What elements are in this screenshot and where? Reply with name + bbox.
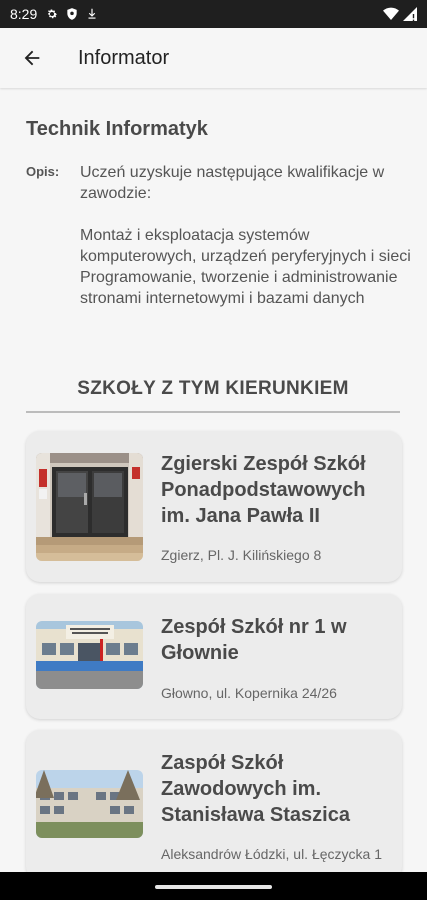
status-time: 8:29	[10, 6, 38, 22]
school-photo	[36, 453, 143, 561]
school-photo	[36, 770, 143, 838]
app-bar: Informator	[0, 28, 427, 88]
status-bar: 8:29	[0, 0, 427, 28]
description-label: Opis:	[26, 164, 60, 179]
divider	[26, 411, 400, 413]
school-card[interactable]: Zaspół Szkół Zawodowych im. Stanisława S…	[26, 730, 402, 880]
home-gesture-handle[interactable]	[155, 885, 272, 889]
signal-icon	[403, 7, 417, 21]
school-photo	[36, 621, 143, 689]
school-card[interactable]: Zgierski Zespół Szkół Ponadpodstawowych …	[26, 431, 402, 582]
school-name: Zaspół Szkół Zawodowych im. Stanisława S…	[161, 752, 350, 826]
back-button[interactable]	[4, 30, 60, 86]
page-title: Informator	[78, 46, 170, 69]
gear-icon	[48, 9, 58, 19]
shield-icon	[67, 8, 77, 20]
system-nav-bar	[0, 872, 427, 900]
course-title: Technik Informatyk	[26, 118, 208, 140]
wifi-icon	[383, 7, 399, 21]
school-name: Zgierski Zespół Szkół Ponadpodstawowych …	[161, 453, 366, 527]
arrow-back-icon	[24, 50, 40, 66]
description-text: Uczeń uzyskuje następujące kwalifikacje …	[80, 164, 411, 307]
school-name: Zespół Szkół nr 1 w Głownie	[161, 616, 347, 664]
download-icon	[88, 8, 96, 19]
school-address: Głowno, ul. Kopernika 24/26	[161, 685, 337, 701]
school-address: Aleksandrów Łódzki, ul. Łęczycka 1	[161, 846, 382, 862]
school-address: Zgierz, Pl. J. Kilińskiego 8	[161, 547, 322, 563]
school-card[interactable]: Zespół Szkół nr 1 w Głownie Głowno, ul. …	[26, 594, 402, 719]
schools-heading: SZKOŁY Z TYM KIERUNKIEM	[77, 378, 349, 399]
